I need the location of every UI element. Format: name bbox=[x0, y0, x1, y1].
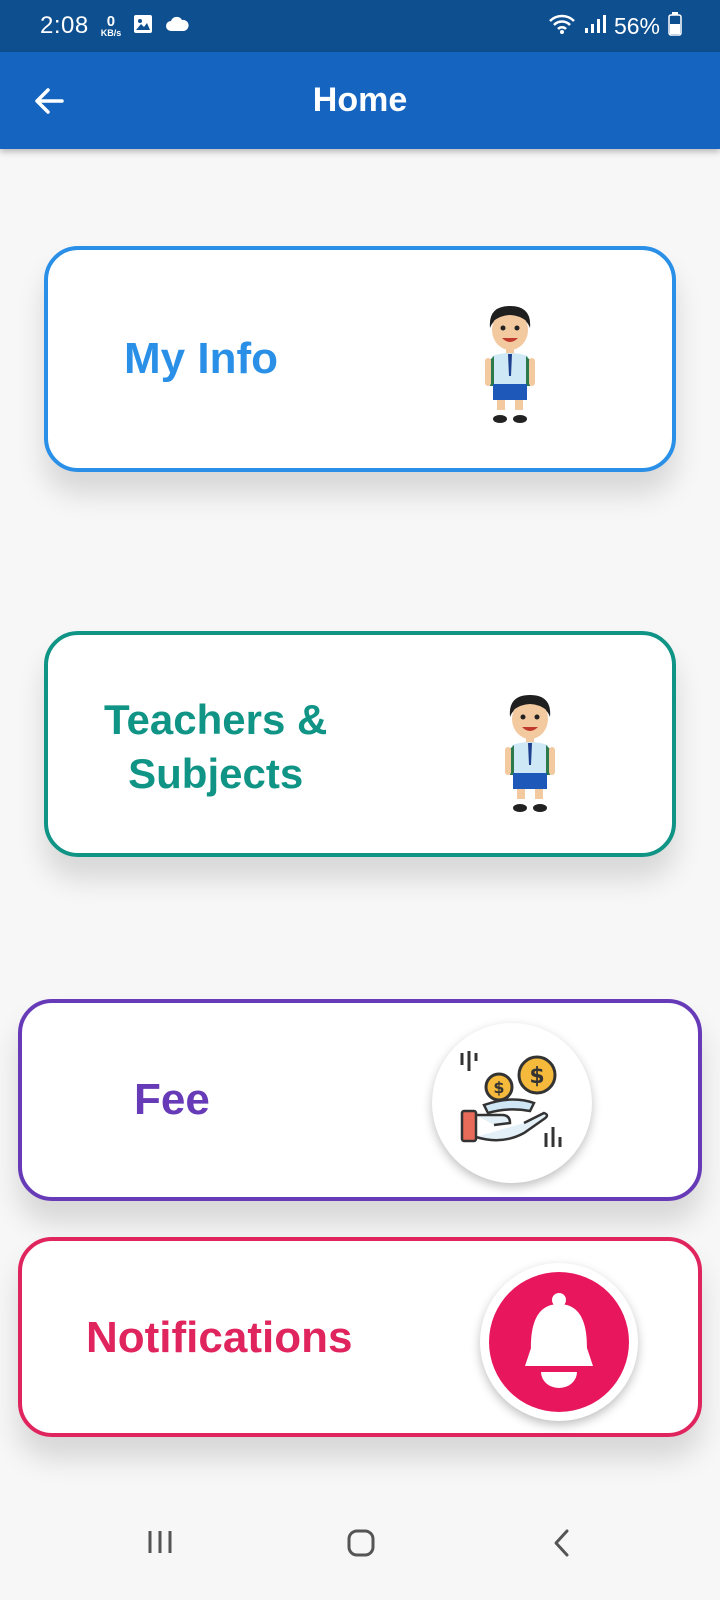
home-icon[interactable] bbox=[346, 1528, 376, 1563]
status-time: 2:08 bbox=[40, 12, 89, 39]
cloud-icon bbox=[165, 15, 189, 38]
battery-icon bbox=[668, 11, 682, 41]
notifications-label: Notifications bbox=[86, 1313, 353, 1362]
app-bar: Home bbox=[0, 52, 720, 149]
student-icon bbox=[480, 300, 540, 426]
teachers-subjects-label: Teachers & Subjects bbox=[104, 693, 327, 801]
network-speed: 0 KB/s bbox=[101, 14, 122, 38]
back-icon[interactable] bbox=[552, 1528, 572, 1563]
teachers-subjects-card[interactable]: Teachers & Subjects bbox=[44, 631, 676, 857]
status-right: 56% bbox=[548, 11, 682, 41]
recent-apps-icon[interactable] bbox=[146, 1528, 174, 1561]
money-hand-icon: $ $ bbox=[432, 1023, 592, 1183]
notifications-card[interactable]: Notifications bbox=[18, 1237, 702, 1437]
page-title: Home bbox=[312, 81, 408, 119]
fee-card[interactable]: Fee $ $ bbox=[18, 999, 702, 1201]
back-arrow-icon[interactable] bbox=[32, 84, 66, 118]
battery-level: 56% bbox=[613, 12, 660, 39]
bell-icon-circle bbox=[480, 1263, 638, 1421]
network-speed-value: 0 bbox=[106, 13, 116, 30]
my-info-label: My Info bbox=[124, 334, 278, 383]
svg-text:$: $ bbox=[529, 1064, 544, 1089]
status-bar: 2:08 0 KB/s 56% bbox=[0, 0, 720, 52]
signal-icon bbox=[584, 14, 606, 39]
my-info-card[interactable]: My Info bbox=[44, 246, 676, 472]
teachers-label-line1: Teachers & bbox=[104, 696, 328, 743]
network-speed-unit: KB/s bbox=[100, 28, 122, 38]
teachers-label-line2: Subjects bbox=[128, 750, 304, 797]
student-icon bbox=[500, 689, 560, 815]
bell-icon bbox=[489, 1272, 629, 1412]
system-nav-bar bbox=[0, 1510, 720, 1600]
svg-text:$: $ bbox=[493, 1078, 504, 1097]
fee-label: Fee bbox=[134, 1075, 210, 1124]
gallery-icon bbox=[133, 14, 153, 39]
wifi-icon bbox=[548, 13, 576, 40]
